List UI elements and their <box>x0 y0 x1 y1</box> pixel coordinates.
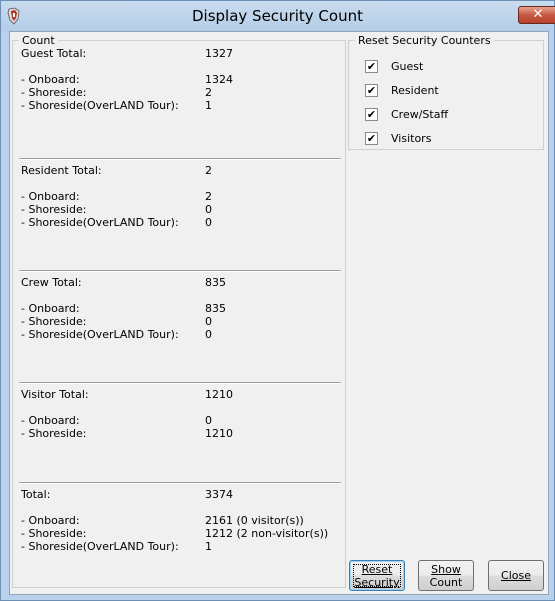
count-legend: Count <box>22 34 55 47</box>
visitor-onboard-value: 0 <box>205 414 212 427</box>
section-divider <box>19 482 341 484</box>
dialog-client-area: Count Guest Total: 1327 - Onboard: 1324 … <box>9 31 549 595</box>
reset-security-button[interactable]: Reset Security <box>349 560 405 591</box>
show-button-line2: Count <box>429 576 463 589</box>
resident-overland-value: 0 <box>205 216 212 229</box>
crew-onboard-label: - Onboard: <box>21 302 80 315</box>
show-button-line1: Show <box>431 563 461 576</box>
total-overland-value: 1 <box>205 540 212 553</box>
reset-counters-groupbox: Reset Security Counters ✔ Guest ✔ Reside… <box>348 34 544 150</box>
visitor-onboard-label: - Onboard: <box>21 414 80 427</box>
crew-overland-value: 0 <box>205 328 212 341</box>
count-groupbox: Count Guest Total: 1327 - Onboard: 1324 … <box>12 34 346 588</box>
close-button-label: Close <box>501 569 531 582</box>
visitor-shoreside-value: 1210 <box>205 427 233 440</box>
visitors-checkbox-label[interactable]: Visitors <box>391 132 431 145</box>
total-overland-label: - Shoreside(OverLAND Tour): <box>21 540 179 553</box>
total-shoreside-value: 1212 (2 non-visitor(s)) <box>205 527 329 540</box>
guest-shoreside-value: 2 <box>205 86 212 99</box>
guest-overland-value: 1 <box>205 99 212 112</box>
grand-total-label: Total: <box>21 488 51 501</box>
section-divider <box>19 270 341 272</box>
reset-counters-legend: Reset Security Counters <box>358 34 491 47</box>
visitor-shoreside-label: - Shoreside: <box>21 427 87 440</box>
resident-onboard-value: 2 <box>205 190 212 203</box>
total-shoreside-label: - Shoreside: <box>21 527 87 540</box>
resident-onboard-label: - Onboard: <box>21 190 80 203</box>
section-divider <box>19 158 341 160</box>
crew-staff-checkbox[interactable]: ✔ <box>365 108 378 121</box>
crew-overland-label: - Shoreside(OverLAND Tour): <box>21 328 179 341</box>
resident-shoreside-value: 0 <box>205 203 212 216</box>
dialog-window: Display Security Count ✕ Count Guest Tot… <box>0 0 555 601</box>
crew-total-label: Crew Total: <box>21 276 82 289</box>
guest-checkbox-label[interactable]: Guest <box>391 60 423 73</box>
window-title: Display Security Count <box>192 7 363 25</box>
resident-shoreside-label: - Shoreside: <box>21 203 87 216</box>
guest-total-label: Guest Total: <box>21 47 87 60</box>
guest-checkbox[interactable]: ✔ <box>365 60 378 73</box>
focus-indicator <box>353 564 401 587</box>
resident-total-value: 2 <box>205 164 212 177</box>
resident-checkbox[interactable]: ✔ <box>365 84 378 97</box>
resident-total-label: Resident Total: <box>21 164 102 177</box>
total-onboard-value: 2161 (0 visitor(s)) <box>205 514 304 527</box>
title-bar[interactable]: Display Security Count ✕ <box>1 1 555 31</box>
resident-overland-label: - Shoreside(OverLAND Tour): <box>21 216 179 229</box>
guest-shoreside-label: - Shoreside: <box>21 86 87 99</box>
visitor-total-value: 1210 <box>205 388 233 401</box>
crew-shoreside-value: 0 <box>205 315 212 328</box>
guest-total-value: 1327 <box>205 47 233 60</box>
visitors-checkbox[interactable]: ✔ <box>365 132 378 145</box>
close-button[interactable]: Close <box>488 560 544 591</box>
visitor-total-label: Visitor Total: <box>21 388 89 401</box>
guest-onboard-label: - Onboard: <box>21 73 80 86</box>
window-close-button[interactable]: ✕ <box>518 6 555 24</box>
show-count-button[interactable]: Show Count <box>418 560 474 591</box>
crew-onboard-value: 835 <box>205 302 226 315</box>
grand-total-value: 3374 <box>205 488 233 501</box>
section-divider <box>19 382 341 384</box>
crew-shoreside-label: - Shoreside: <box>21 315 87 328</box>
resident-checkbox-label[interactable]: Resident <box>391 84 439 97</box>
guest-overland-label: - Shoreside(OverLAND Tour): <box>21 99 179 112</box>
crew-staff-checkbox-label[interactable]: Crew/Staff <box>391 108 448 121</box>
guest-onboard-value: 1324 <box>205 73 233 86</box>
total-onboard-label: - Onboard: <box>21 514 80 527</box>
crew-total-value: 835 <box>205 276 226 289</box>
